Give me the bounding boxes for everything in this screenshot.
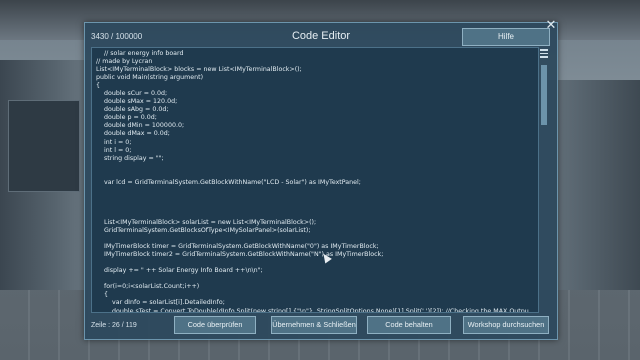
code-textarea[interactable]: // solar energy info board// made by Lyc… [91, 47, 539, 313]
code-line[interactable]: for(i=0;i<solarList.Count;i++) [96, 283, 529, 291]
code-line[interactable]: { [96, 82, 529, 90]
code-line[interactable] [96, 259, 529, 267]
code-line[interactable] [96, 275, 529, 283]
code-line[interactable]: double sTest = Convert.ToDouble(dInfo.Sp… [96, 308, 529, 313]
code-line[interactable] [96, 187, 529, 195]
code-line[interactable]: double sCur = 0.0d; [96, 90, 529, 98]
code-line[interactable]: int i = 0; [96, 139, 529, 147]
code-line[interactable]: double dMax = 0.0d; [96, 130, 529, 138]
scroll-thumb[interactable] [541, 65, 547, 125]
background-panel [8, 100, 80, 192]
code-line[interactable] [96, 195, 529, 203]
code-editor-window: 3430 / 100000 Code Editor Hilfe // solar… [84, 22, 558, 340]
code-line[interactable]: var dInfo = solarList[i].DetailedInfo; [96, 299, 529, 307]
code-line[interactable]: double dMin = 100000.0; [96, 122, 529, 130]
code-line[interactable] [96, 211, 529, 219]
line-counter: Zeile : 26 / 119 [91, 322, 137, 329]
code-line[interactable]: double sMax = 120.0d; [96, 98, 529, 106]
code-line[interactable] [96, 235, 529, 243]
code-line[interactable]: // solar energy info board [96, 50, 529, 58]
code-line[interactable]: IMyTimerBlock timer = GridTerminalSystem… [96, 243, 529, 251]
code-line[interactable] [96, 203, 529, 211]
code-line[interactable] [96, 171, 529, 179]
scrollbar[interactable] [539, 47, 549, 311]
code-line[interactable]: GridTerminalSystem.GetBlocksOfType<IMySo… [96, 227, 529, 235]
code-line[interactable]: public void Main(string argument) [96, 74, 529, 82]
code-line[interactable]: double sAbg = 0.0d; [96, 106, 529, 114]
code-line[interactable]: int l = 0; [96, 147, 529, 155]
code-line[interactable]: // made by Lycran [96, 58, 529, 66]
code-line[interactable]: display += " ++ Solar Energy Info Board … [96, 267, 529, 275]
code-line[interactable]: IMyTimerBlock timer2 = GridTerminalSyste… [96, 251, 529, 259]
code-text[interactable]: // solar energy info board// made by Lyc… [96, 50, 529, 313]
check-code-button[interactable]: Code überprüfen [174, 316, 256, 334]
workshop-search-button[interactable]: Workshop durchsuchen [463, 316, 549, 334]
code-line[interactable]: var lcd = GridTerminalSystem.GetBlockWit… [96, 179, 529, 187]
code-line[interactable]: string display = ""; [96, 155, 529, 163]
apply-close-button[interactable]: Übernehmen & Schließen [271, 316, 357, 334]
code-line[interactable]: List<IMyTerminalBlock> blocks = new List… [96, 66, 529, 74]
close-icon[interactable]: ✕ [545, 18, 557, 31]
code-line[interactable] [96, 163, 529, 171]
code-line[interactable]: double p = 0.0d; [96, 114, 529, 122]
keep-code-button[interactable]: Code behalten [367, 316, 451, 334]
scroll-grip-icon[interactable] [540, 49, 548, 61]
help-button[interactable]: Hilfe [462, 28, 550, 46]
code-line[interactable]: List<IMyTerminalBlock> solarList = new L… [96, 219, 529, 227]
code-line[interactable]: { [96, 291, 529, 299]
